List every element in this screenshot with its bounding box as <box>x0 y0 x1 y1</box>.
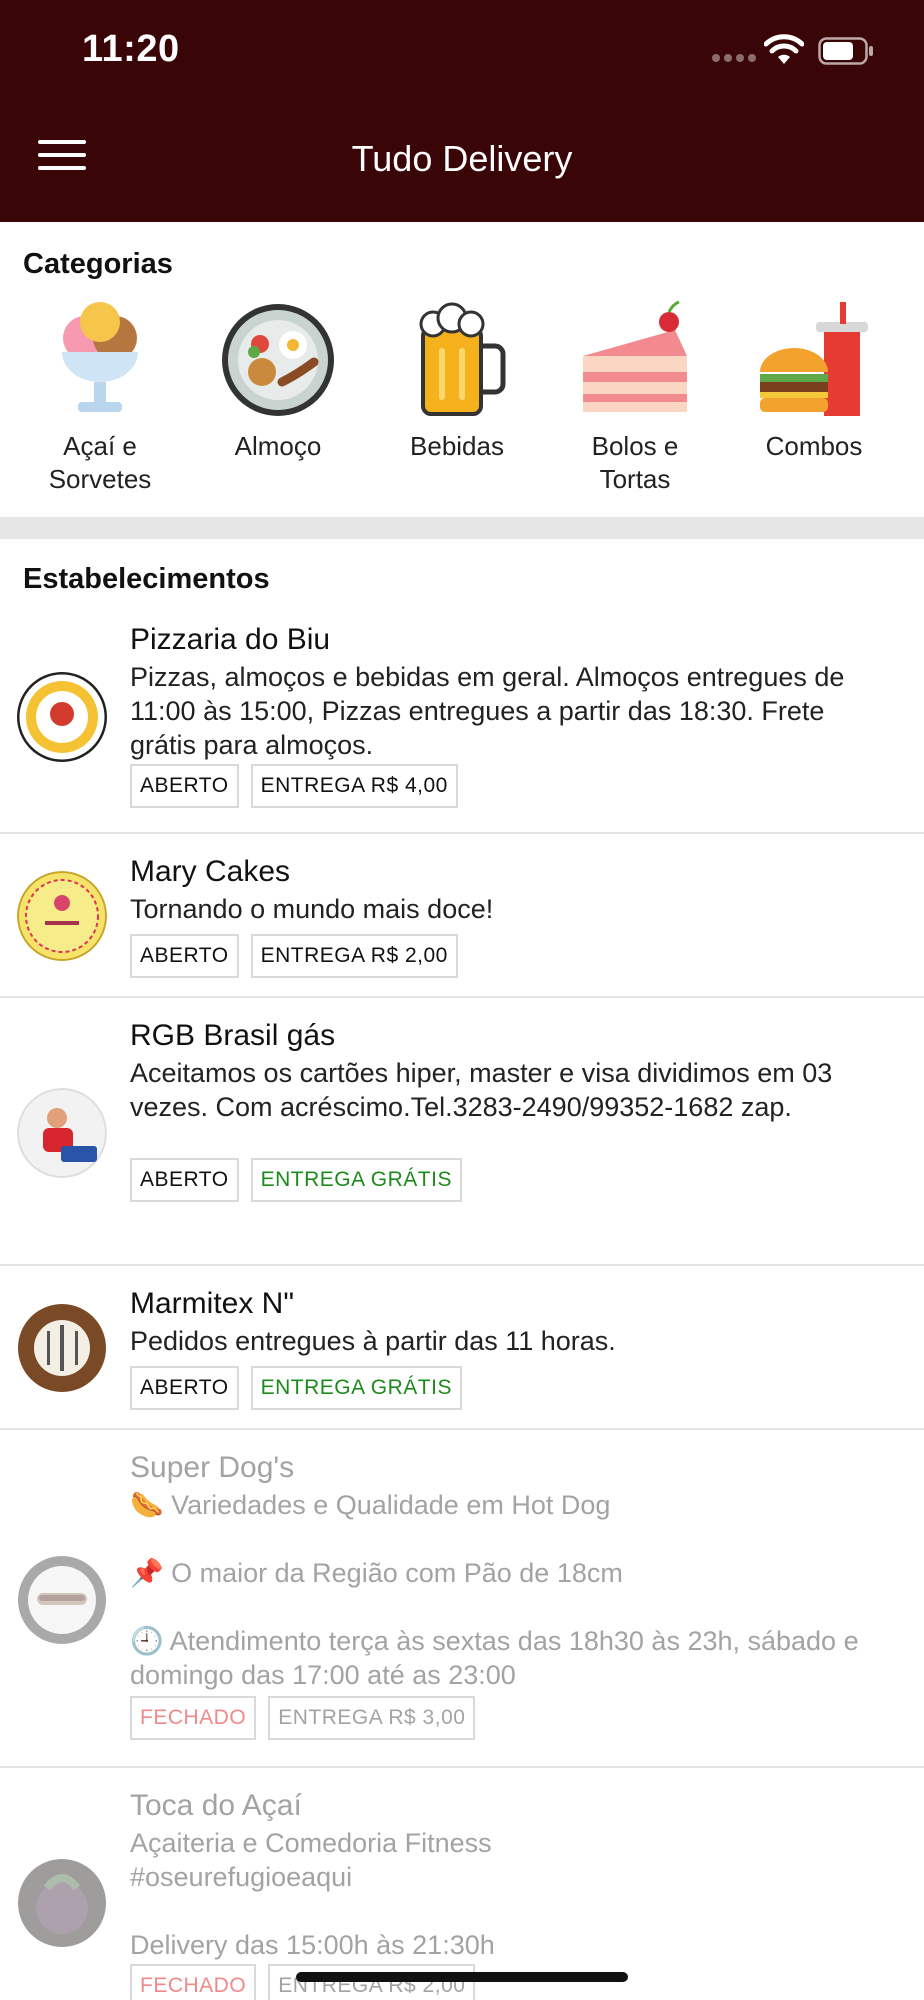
home-indicator[interactable] <box>296 1972 628 1982</box>
store-description: Pizzas, almoços e bebidas em geral. Almo… <box>130 662 845 760</box>
delivery-fee-badge: ENTREGA R$ 4,00 <box>250 764 458 808</box>
store-logo <box>17 871 107 961</box>
category-label: Açaí e Sorvetes <box>48 431 152 494</box>
store-logo <box>17 1088 107 1178</box>
delivery-fee-badge: ENTREGA R$ 3,00 <box>268 1696 476 1740</box>
store-card[interactable]: Marmitex N" Pedidos entregues à partir d… <box>0 1266 924 1430</box>
category-bolos-tortas[interactable]: Bolos e Tortas <box>555 300 715 496</box>
categories-title: Categorias <box>23 248 173 280</box>
delivery-fee-badge: ENTREGA GRÁTIS <box>250 1158 462 1202</box>
status-badge: ABERTO <box>130 764 239 808</box>
store-logo <box>17 1303 107 1393</box>
store-card[interactable]: Toca do Açaí Açaiteria e Comedoria Fitne… <box>0 1768 924 2000</box>
status-badge: ABERTO <box>130 1366 239 1410</box>
status-badge: ABERTO <box>130 1158 239 1202</box>
category-almoco[interactable]: Almoço <box>198 300 358 463</box>
store-name: Toca do Açaí <box>130 1789 302 1822</box>
store-card[interactable]: RGB Brasil gás Aceitamos os cartões hipe… <box>0 998 924 1266</box>
ice-cream-cup-icon <box>62 302 138 412</box>
cellular-signal-icon <box>712 54 756 62</box>
category-label: Bolos e Tortas <box>591 431 679 494</box>
cake-slice-icon <box>583 300 687 412</box>
section-divider <box>0 517 924 539</box>
store-name: Pizzaria do Biu <box>130 623 331 656</box>
lunch-plate-icon <box>222 304 334 416</box>
store-logo <box>17 1555 107 1645</box>
category-label: Bebidas <box>410 431 504 461</box>
category-acai-sorvetes[interactable]: Açaí e Sorvetes <box>20 300 180 496</box>
status-badge: FECHADO <box>130 1964 257 2000</box>
wifi-icon <box>764 34 804 64</box>
category-label: Combos <box>765 431 863 461</box>
delivery-fee-badge: ENTREGA GRÁTIS <box>250 1366 462 1410</box>
store-name: Mary Cakes <box>130 855 291 888</box>
category-list: Açaí e Sorvetes Almoço Bebidas Bolos e T… <box>0 300 924 500</box>
store-name: Marmitex N" <box>130 1287 294 1320</box>
status-badge: FECHADO <box>130 1696 257 1740</box>
burger-soda-icon <box>760 302 868 416</box>
delivery-fee-badge: ENTREGA R$ 2,00 <box>268 1964 476 2000</box>
store-card[interactable]: Super Dog's 🌭 Variedades e Qualidade em … <box>0 1430 924 1768</box>
delivery-fee-badge: ENTREGA R$ 2,00 <box>250 934 458 978</box>
store-name: Super Dog's <box>130 1451 295 1484</box>
status-time: 11:20 <box>82 28 180 70</box>
store-name: RGB Brasil gás <box>130 1019 336 1052</box>
store-description: 🌭 Variedades e Qualidade em Hot Dog 📌 O … <box>130 1490 859 1690</box>
category-bebidas[interactable]: Bebidas <box>377 300 537 463</box>
category-combos[interactable]: Combos <box>734 300 894 463</box>
app-header: 11:20 Tudo Delivery <box>0 0 924 222</box>
app-title: Tudo Delivery <box>351 138 573 179</box>
store-card[interactable]: Mary Cakes Tornando o mundo mais doce! A… <box>0 834 924 998</box>
beer-mug-icon <box>419 302 506 416</box>
store-description: Aceitamos os cartões hiper, master e vis… <box>130 1058 833 1122</box>
store-description: Açaiteria e Comedoria Fitness #oseurefug… <box>130 1828 495 1960</box>
store-logo <box>17 672 107 762</box>
category-label: Almoço <box>234 431 322 461</box>
store-description: Tornando o mundo mais doce! <box>130 894 494 924</box>
store-card[interactable]: Pizzaria do Biu Pizzas, almoços e bebida… <box>0 612 924 834</box>
store-logo <box>17 1858 107 1948</box>
status-badge: ABERTO <box>130 934 239 978</box>
store-description: Pedidos entregues à partir das 11 horas. <box>130 1326 616 1356</box>
battery-icon <box>818 37 873 65</box>
establishments-title: Estabelecimentos <box>23 563 270 595</box>
